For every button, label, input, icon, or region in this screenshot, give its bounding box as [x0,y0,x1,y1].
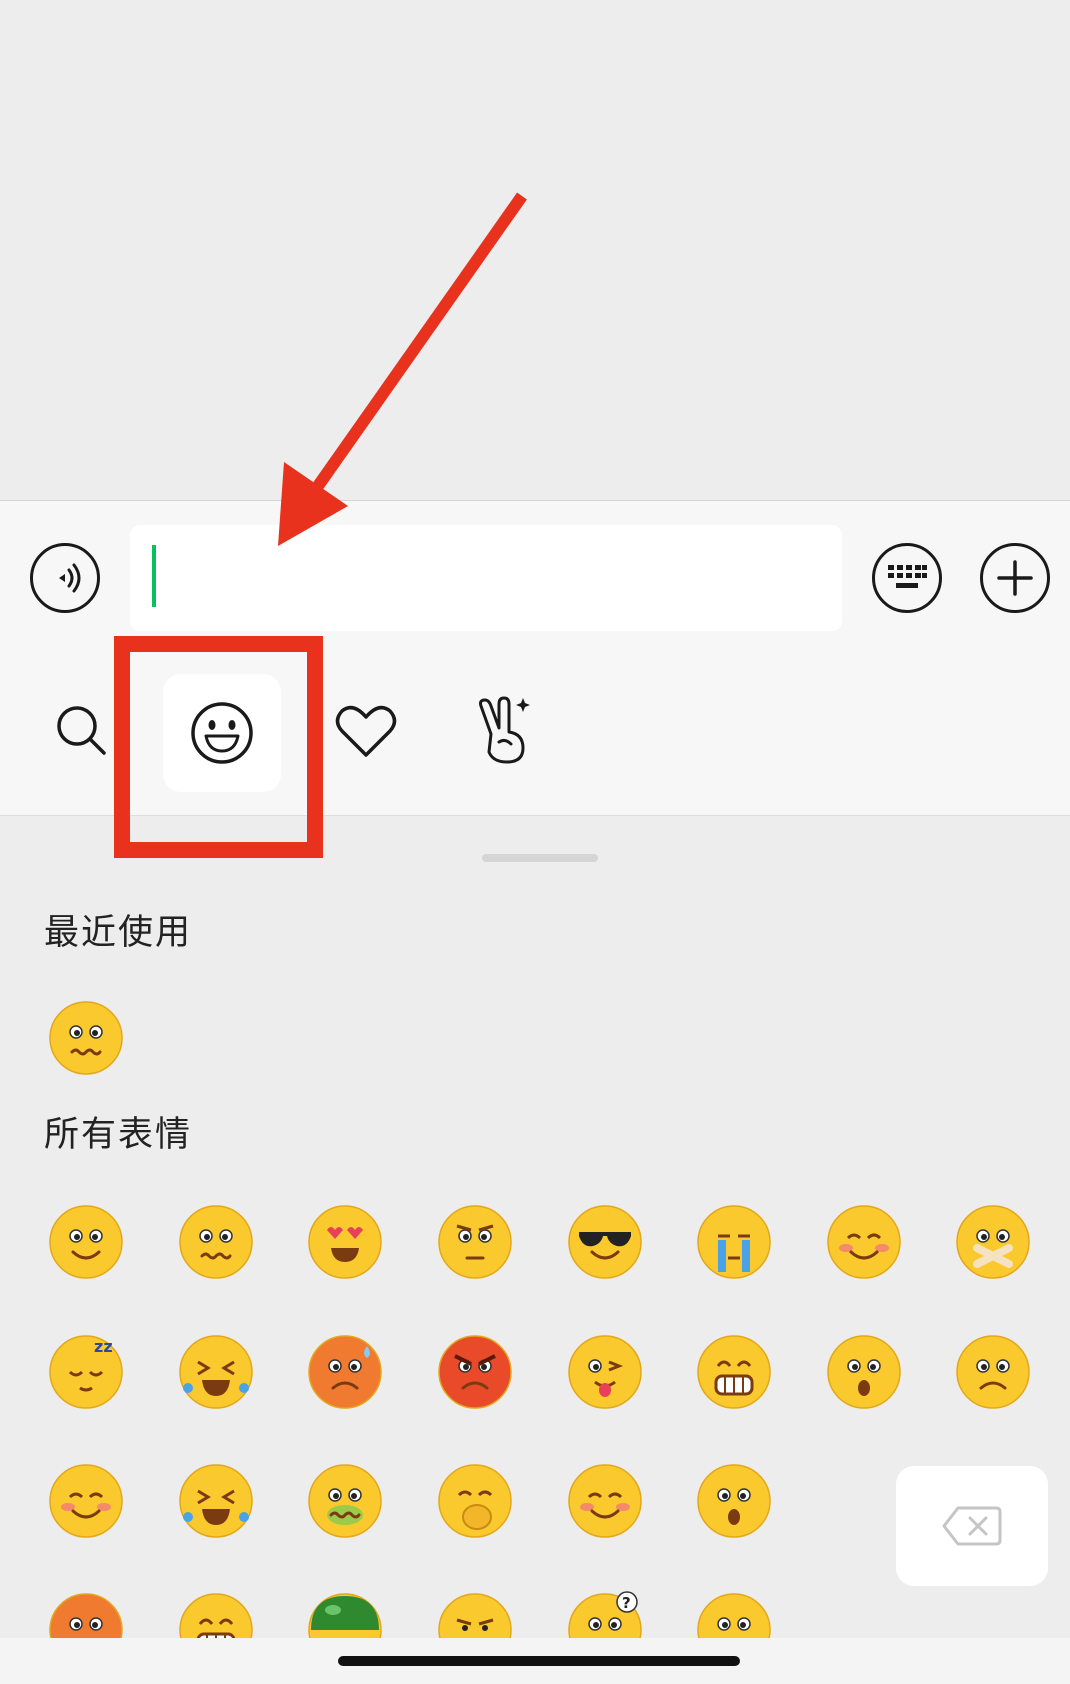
victory-hand-icon [479,696,530,764]
smile-emoji[interactable] [46,1202,126,1282]
tab-favorites[interactable] [330,686,402,776]
tongue-wink-emoji[interactable] [565,1332,645,1412]
drag-handle[interactable] [482,854,598,862]
plus-button[interactable] [980,543,1050,613]
laugh-cry-emoji[interactable] [176,1332,256,1412]
glare-emoji[interactable] [435,1202,515,1282]
sweat-emoji[interactable] [305,1332,385,1412]
shut-mouth-emoji[interactable] [953,1202,1033,1282]
smirk-emoji[interactable] [435,1590,515,1638]
worried-emoji[interactable] [46,998,126,1078]
sad-emoji[interactable] [953,1332,1033,1412]
text-caret [152,545,156,607]
emoji-face-icon [191,702,253,764]
helmet-emoji[interactable] [305,1590,385,1638]
grin-emoji[interactable] [694,1332,774,1412]
home-indicator[interactable] [338,1656,740,1666]
tab-search[interactable] [46,686,118,776]
all-section-title: 所有表情 [44,1115,193,1155]
shy-emoji[interactable] [824,1202,904,1282]
sunglasses-emoji[interactable] [565,1202,645,1282]
voice-icon [59,563,81,593]
grin-squint-emoji[interactable] [176,1590,256,1638]
voice-button[interactable] [30,543,100,613]
crying-emoji[interactable] [694,1202,774,1282]
recent-section-title: 最近使用 [44,913,193,953]
input-bar [0,500,1070,651]
delete-button[interactable] [896,1466,1048,1586]
worried-emoji[interactable] [176,1202,256,1282]
plus-icon [997,560,1033,596]
shocked-emoji[interactable] [694,1461,774,1541]
keyboard-button[interactable] [872,543,942,613]
emoji-tab-bar [0,650,1070,816]
astonished-emoji[interactable] [694,1590,774,1638]
svg-text:?: ? [622,1594,631,1612]
keyboard-icon [888,565,927,588]
message-input[interactable] [130,525,842,631]
chat-area [0,0,1070,500]
svg-text:zz: zz [94,1337,113,1356]
heart-icon [335,705,397,757]
backspace-icon [942,1506,1002,1546]
heart-eyes-emoji[interactable] [305,1202,385,1282]
sleepy-emoji[interactable]: zz [46,1332,126,1412]
angry-emoji[interactable] [435,1332,515,1412]
tab-emoji[interactable] [163,674,281,792]
frustrated-emoji[interactable] [46,1590,126,1638]
face-palm-emoji[interactable] [435,1461,515,1541]
surprised-emoji[interactable] [824,1332,904,1412]
question-emoji[interactable]: ? [565,1590,645,1638]
sick-emoji[interactable] [305,1461,385,1541]
happy-blush-emoji[interactable] [565,1461,645,1541]
big-laugh-emoji[interactable] [176,1461,256,1541]
search-icon [57,706,106,755]
tab-stickers[interactable] [468,680,540,780]
blush-emoji[interactable] [46,1461,126,1541]
